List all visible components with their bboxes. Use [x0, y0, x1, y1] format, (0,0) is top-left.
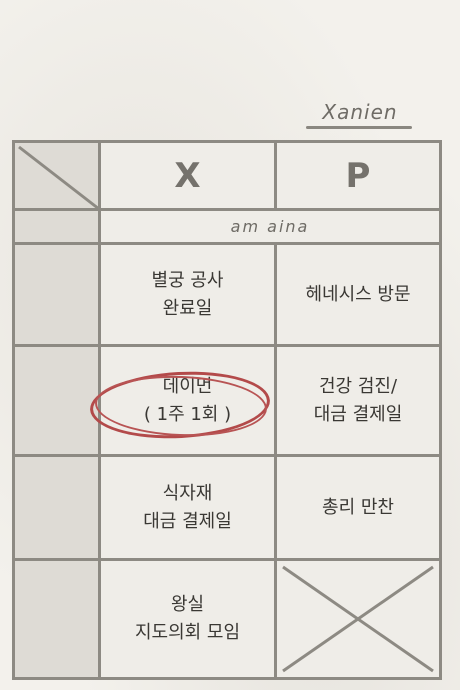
row-left-text: 왕실 지도의회 모임: [134, 594, 241, 643]
row-side: [15, 245, 101, 344]
row-left-text: 별궁 공사 완료일: [151, 269, 224, 319]
table-row: 별궁 공사 완료일 헤네시스 방문: [15, 245, 439, 347]
row-right-cell: 헤네시스 방문: [277, 245, 439, 344]
row-left-cell: 왕실 지도의회 모임: [101, 561, 277, 677]
header-p: P: [345, 155, 371, 196]
sub-header-side: [15, 211, 101, 242]
cross-mark: [282, 565, 434, 673]
table-row: 식자재 대금 결제일 총리 만찬: [15, 457, 439, 561]
row-side: [15, 347, 101, 454]
row-side: [15, 561, 101, 677]
header-x: X: [174, 155, 201, 196]
sub-header-text: am aina: [230, 216, 310, 236]
diagonal-line: [18, 145, 100, 211]
header-x-cell: X: [101, 143, 277, 208]
row-right-text: 건강 검진/ 대금 결제일: [313, 375, 403, 425]
row-right-cell: 건강 검진/ 대금 결제일: [277, 347, 439, 454]
table-row: 왕실 지도의회 모임: [15, 561, 439, 677]
header-p-cell: P: [277, 143, 439, 208]
corner-cell: [15, 143, 101, 211]
row-right-text: 헤네시스 방문: [305, 283, 411, 305]
handwritten-title: Xanien: [322, 100, 398, 124]
crossed-out-cell: [277, 561, 439, 677]
row-side: [15, 457, 101, 558]
title-underline: [306, 126, 412, 129]
row-left-text: 식자재 대금 결제일: [143, 482, 232, 532]
row-left-cell: 식자재 대금 결제일: [101, 457, 277, 558]
row-left-cell: 별궁 공사 완료일: [101, 245, 277, 344]
sub-header-cell: am aina: [101, 211, 439, 242]
sub-header-row: am aina: [15, 211, 439, 245]
header-row: X P: [15, 143, 439, 211]
row-right-text: 총리 만찬: [322, 496, 394, 518]
row-right-cell: 총리 만찬: [277, 457, 439, 558]
